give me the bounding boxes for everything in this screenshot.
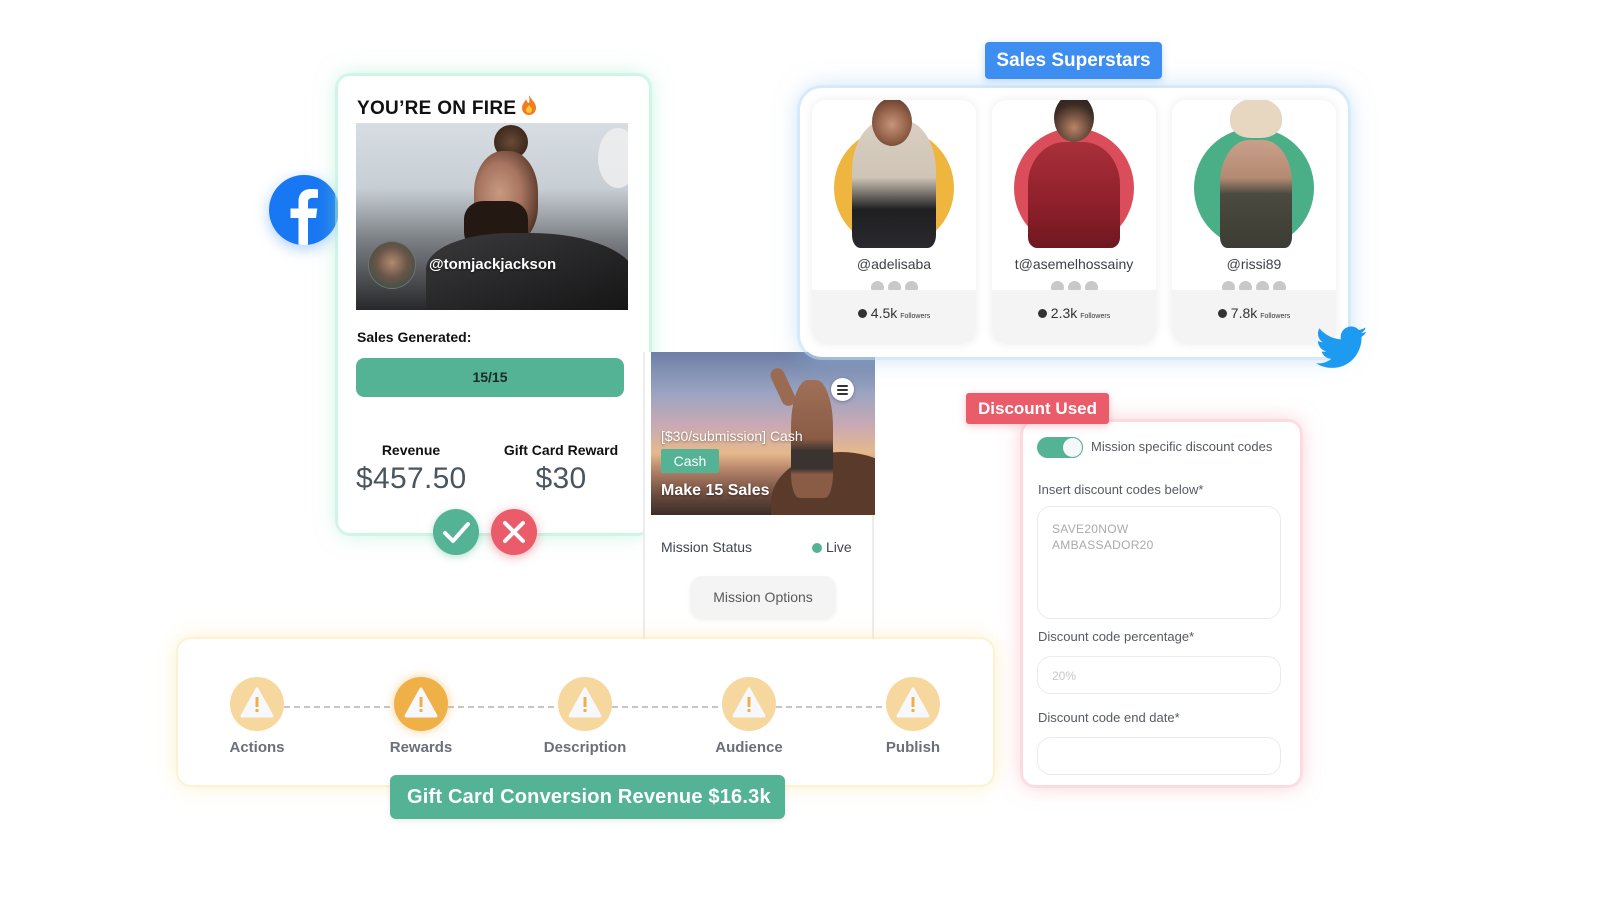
- superstar-followers: 2.3k Followers: [992, 290, 1156, 344]
- step-audience[interactable]: Audience: [694, 677, 804, 756]
- discount-percentage-label: Discount code percentage*: [1038, 629, 1195, 644]
- discount-codes-toggle-label: Mission specific discount codes: [1091, 439, 1273, 454]
- superstar-followers: 4.5k Followers: [812, 290, 976, 344]
- discount-end-date-input[interactable]: [1037, 737, 1281, 775]
- superstar-handle: @adelisaba: [856, 256, 932, 272]
- step-description[interactable]: Description: [530, 677, 640, 756]
- gift-card-reward-label: Gift Card Reward: [503, 442, 619, 458]
- card-title: YOU’RE ON FIRE: [357, 94, 538, 120]
- mission-status-label: Mission Status: [661, 539, 753, 555]
- facebook-icon: [269, 175, 339, 245]
- mission-options-button[interactable]: Mission Options: [690, 576, 836, 618]
- discount-codes-label: Insert discount codes below*: [1038, 482, 1204, 497]
- creator-photo: @tomjackjackson: [356, 123, 628, 310]
- followers-count: 4.5k: [870, 305, 898, 321]
- followers-count: 2.3k: [1050, 305, 1078, 321]
- user-icon: [857, 309, 867, 318]
- mission-status-value: Live: [812, 539, 852, 555]
- live-status-dot: [812, 543, 822, 553]
- card-title-text: YOU’RE ON FIRE: [357, 98, 517, 119]
- creator-sales-card: YOU’RE ON FIRE @tomjackjackson Sales Gen…: [338, 76, 649, 533]
- discount-percentage-input[interactable]: 20%: [1037, 656, 1281, 694]
- reject-button[interactable]: [491, 509, 537, 555]
- step-label: Audience: [715, 739, 783, 756]
- discount-card: Mission specific discount codes Insert d…: [1023, 422, 1300, 785]
- cash-badge: Cash: [661, 449, 719, 473]
- creator-avatar: [368, 241, 416, 289]
- sales-superstars-card: @adelisaba 4.5k Followers t@asemelhossain…: [800, 88, 1348, 357]
- warning-icon: [896, 687, 930, 718]
- discount-codes-textarea[interactable]: SAVE20NOW AMBASSADOR20: [1037, 506, 1281, 619]
- gift-card-reward-value: $30: [535, 462, 587, 495]
- mission-steps-card: Actions Rewards Description Audience Pub…: [178, 639, 993, 785]
- hamburger-menu-icon[interactable]: [831, 378, 854, 401]
- sales-progress-bar: 15/15: [356, 358, 624, 397]
- superstar-handle: t@asemelhossainy: [1014, 256, 1134, 272]
- superstar-handle: @rissi89: [1226, 256, 1282, 272]
- user-icon: [1217, 309, 1227, 318]
- mission-card: [$30/submission] Cash Cash Make 15 Sales…: [643, 352, 875, 652]
- mission-title: Make 15 Sales: [661, 482, 770, 499]
- fire-icon: [522, 95, 537, 115]
- step-actions[interactable]: Actions: [202, 677, 312, 756]
- step-publish[interactable]: Publish: [858, 677, 968, 756]
- revenue-value: $457.50: [356, 462, 467, 495]
- approve-button[interactable]: [433, 509, 479, 555]
- mission-photo: [$30/submission] Cash Cash Make 15 Sales: [651, 352, 875, 515]
- twitter-icon: [1316, 326, 1368, 368]
- step-label: Publish: [885, 739, 941, 756]
- discount-end-date-label: Discount code end date*: [1038, 710, 1180, 725]
- followers-unit: Followers: [1080, 313, 1111, 320]
- step-label: Actions: [229, 739, 285, 756]
- gift-card-reward-stat: Gift Card Reward $30: [496, 442, 626, 496]
- followers-unit: Followers: [900, 313, 931, 320]
- step-label: Description: [543, 739, 627, 756]
- superstar-card[interactable]: @rissi89 7.8k Followers: [1172, 100, 1336, 344]
- gift-card-revenue-banner: Gift Card Conversion Revenue $16.3k: [390, 775, 785, 819]
- user-icon: [1037, 309, 1047, 318]
- followers-unit: Followers: [1260, 313, 1291, 320]
- discount-codes-toggle[interactable]: [1037, 437, 1083, 458]
- warning-icon: [404, 687, 438, 718]
- sales-generated-label: Sales Generated:: [357, 329, 472, 345]
- mission-status-text: Live: [826, 539, 852, 555]
- followers-count: 7.8k: [1230, 305, 1258, 321]
- warning-icon: [568, 687, 602, 718]
- mission-subtitle: [$30/submission] Cash: [661, 428, 803, 444]
- revenue-stat: Revenue $457.50: [356, 442, 466, 496]
- step-label: Rewards: [389, 739, 453, 756]
- sales-superstars-badge: Sales Superstars: [985, 42, 1162, 79]
- check-icon: [443, 522, 470, 543]
- toggle-knob: [1063, 438, 1082, 457]
- superstar-card[interactable]: t@asemelhossainy 2.3k Followers: [992, 100, 1156, 344]
- discount-used-badge: Discount Used: [966, 393, 1109, 424]
- x-icon: [503, 521, 525, 543]
- warning-icon: [240, 687, 274, 718]
- superstar-card[interactable]: @adelisaba 4.5k Followers: [812, 100, 976, 344]
- revenue-label: Revenue: [381, 442, 441, 458]
- sales-progress-text: 15/15: [472, 369, 508, 385]
- warning-icon: [732, 687, 766, 718]
- step-rewards[interactable]: Rewards: [366, 677, 476, 756]
- superstar-followers: 7.8k Followers: [1172, 290, 1336, 344]
- creator-handle[interactable]: @tomjackjackson: [429, 256, 556, 273]
